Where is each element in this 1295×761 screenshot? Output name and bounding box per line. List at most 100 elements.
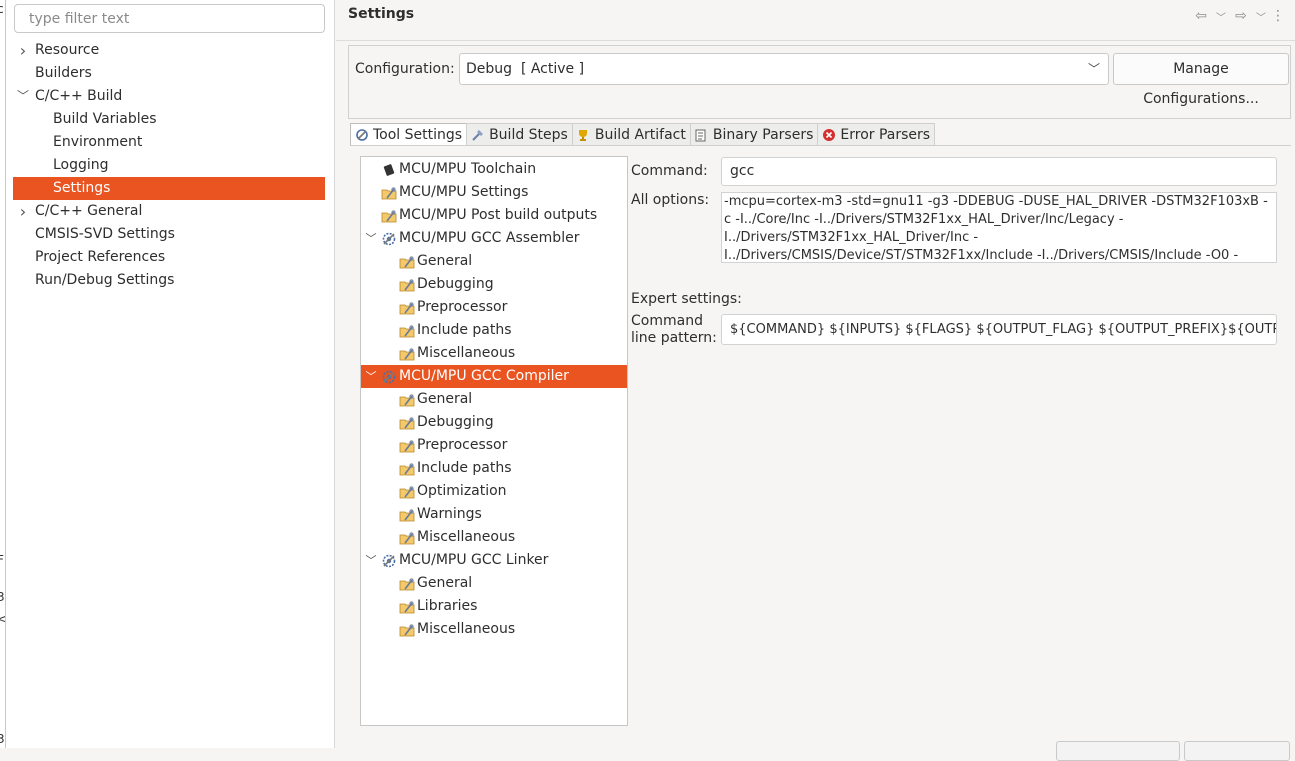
tab-label: Tool Settings (373, 127, 463, 143)
tree-item-label: Preprocessor (417, 299, 508, 315)
configuration-group: Configuration: Debug [ Active ] ﹀ Manage… (348, 45, 1291, 119)
nav-item-logging[interactable]: Logging (13, 154, 325, 177)
nav-item-label: C/C++ Build (35, 88, 123, 104)
error-icon (821, 128, 836, 143)
tree-item-mcu-mpu-settings[interactable]: MCU/MPU Settings (361, 181, 627, 204)
page-title: Settings (348, 6, 415, 22)
tree-item-mcu-mpu-post-build-outputs[interactable]: MCU/MPU Post build outputs (361, 204, 627, 227)
expert-settings-label: Expert settings: (631, 291, 742, 307)
nav-item-label: CMSIS-SVD Settings (35, 226, 175, 242)
back-arrow-icon[interactable]: ⇦ (1191, 8, 1211, 24)
folder-options-icon (399, 392, 415, 408)
nav-item-settings[interactable]: Settings (13, 177, 325, 200)
tree-item-mcu-mpu-gcc-linker[interactable]: ﹀ MCU/MPU GCC Linker (361, 549, 627, 572)
trophy-icon (576, 128, 591, 143)
tree-item-include-paths[interactable]: Include paths (361, 319, 627, 342)
tree-item-miscellaneous[interactable]: Miscellaneous (361, 342, 627, 365)
folder-options-icon (399, 484, 415, 500)
folder-options-icon (399, 576, 415, 592)
manage-configurations-button[interactable]: Manage Configurations... (1113, 53, 1289, 107)
tree-item-miscellaneous[interactable]: Miscellaneous (361, 618, 627, 641)
chevron-right-icon[interactable]: › (17, 200, 29, 223)
nav-item-label: Environment (53, 134, 143, 150)
tree-item-preprocessor[interactable]: Preprocessor (361, 434, 627, 457)
tree-item-general[interactable]: General (361, 572, 627, 595)
tab-separator (350, 145, 1291, 146)
tree-item-debugging[interactable]: Debugging (361, 273, 627, 296)
folder-options-icon (399, 254, 415, 270)
tree-item-label: MCU/MPU GCC Linker (399, 552, 549, 568)
command-label: Command: (631, 163, 708, 179)
nav-item-environment[interactable]: Environment (13, 131, 325, 154)
forward-menu-chevron-icon[interactable]: ﹀ (1255, 9, 1267, 24)
back-menu-chevron-icon[interactable]: ﹀ (1215, 9, 1227, 24)
folder-options-icon (399, 461, 415, 477)
nav-item-c-c-build[interactable]: ﹀ C/C++ Build (13, 85, 325, 108)
tab-binary-parsers[interactable]: Binary Parsers (689, 123, 819, 146)
folder-options-icon (381, 185, 397, 201)
folder-options-icon (399, 599, 415, 615)
tree-item-label: MCU/MPU Toolchain (399, 161, 537, 177)
configuration-select[interactable]: Debug [ Active ] ﹀ (459, 53, 1109, 85)
tree-item-mcu-mpu-gcc-compiler[interactable]: ﹀ MCU/MPU GCC Compiler (361, 365, 627, 388)
tab-build-steps[interactable]: Build Steps (466, 123, 573, 146)
tree-item-label: Optimization (417, 483, 507, 499)
nav-item-build-variables[interactable]: Build Variables (13, 108, 325, 131)
properties-nav-panel: › Resource Builders ﹀ C/C++ Build Build Varia… (6, 0, 335, 748)
nav-item-label: Builders (35, 65, 92, 81)
nav-item-label: Logging (53, 157, 109, 173)
chevron-down-icon[interactable]: ﹀ (17, 85, 29, 108)
nav-item-project-references[interactable]: Project References (13, 246, 325, 269)
nav-item-c-c-general[interactable]: › C/C++ General (13, 200, 325, 223)
nav-item-resource[interactable]: › Resource (13, 39, 325, 62)
folder-options-icon (399, 438, 415, 454)
chevron-down-icon[interactable]: ﹀ (365, 227, 377, 250)
tab-error-parsers[interactable]: Error Parsers (817, 123, 936, 146)
chip-icon (381, 162, 397, 178)
folder-options-icon (381, 208, 397, 224)
all-options-text[interactable]: -mcpu=cortex-m3 -std=gnu11 -g3 -DDEBUG -… (721, 192, 1277, 263)
all-options-label: All options: (631, 192, 710, 208)
restore-defaults-button[interactable] (1056, 741, 1180, 761)
nav-item-cmsis-svd-settings[interactable]: CMSIS-SVD Settings (13, 223, 325, 246)
tab-label: Build Artifact (594, 127, 686, 143)
gear-tool-icon (381, 553, 397, 569)
filter-input[interactable] (14, 4, 325, 33)
tree-item-debugging[interactable]: Debugging (361, 411, 627, 434)
tab-build-artifact[interactable]: Build Artifact (571, 123, 691, 146)
tab-tool-settings[interactable]: Tool Settings (350, 123, 468, 146)
command-pattern-label-line1: Command (631, 313, 703, 329)
tree-item-label: Warnings (417, 506, 482, 522)
tree-item-include-paths[interactable]: Include paths (361, 457, 627, 480)
forward-arrow-icon[interactable]: ⇨ (1231, 8, 1251, 24)
tree-item-optimization[interactable]: Optimization (361, 480, 627, 503)
tree-item-label: General (417, 391, 473, 407)
command-input[interactable]: gcc (721, 157, 1277, 186)
apply-button[interactable] (1184, 741, 1290, 761)
tree-item-label: Miscellaneous (417, 529, 516, 545)
tree-item-libraries[interactable]: Libraries (361, 595, 627, 618)
folder-options-icon (399, 346, 415, 362)
chevron-down-icon[interactable]: ﹀ (365, 365, 377, 388)
tree-item-label: Libraries (417, 598, 478, 614)
properties-nav-tree: › Resource Builders ﹀ C/C++ Build Build Varia… (13, 39, 325, 292)
nav-item-run-debug-settings[interactable]: Run/Debug Settings (13, 269, 325, 292)
folder-options-icon (399, 300, 415, 316)
chevron-down-icon[interactable]: ﹀ (365, 549, 377, 572)
command-line-pattern-input[interactable]: ${COMMAND} ${INPUTS} ${FLAGS} ${OUTPUT_F… (721, 314, 1277, 345)
tree-item-mcu-mpu-gcc-assembler[interactable]: ﹀ MCU/MPU GCC Assembler (361, 227, 627, 250)
chevron-right-icon[interactable]: › (17, 39, 29, 62)
tree-item-mcu-mpu-toolchain[interactable]: MCU/MPU Toolchain (361, 158, 627, 181)
tree-item-general[interactable]: General (361, 250, 627, 273)
tree-item-label: MCU/MPU Post build outputs (399, 207, 598, 223)
tree-item-general[interactable]: General (361, 388, 627, 411)
view-menu-icon[interactable]: ⋮ (1271, 8, 1285, 24)
nav-item-builders[interactable]: Builders (13, 62, 325, 85)
tree-item-preprocessor[interactable]: Preprocessor (361, 296, 627, 319)
tree-item-warnings[interactable]: Warnings (361, 503, 627, 526)
nav-item-label: C/C++ General (35, 203, 143, 219)
configuration-label: Configuration: (355, 61, 455, 77)
build-steps-icon (470, 128, 485, 143)
gear-tool-icon (381, 231, 397, 247)
tree-item-miscellaneous[interactable]: Miscellaneous (361, 526, 627, 549)
